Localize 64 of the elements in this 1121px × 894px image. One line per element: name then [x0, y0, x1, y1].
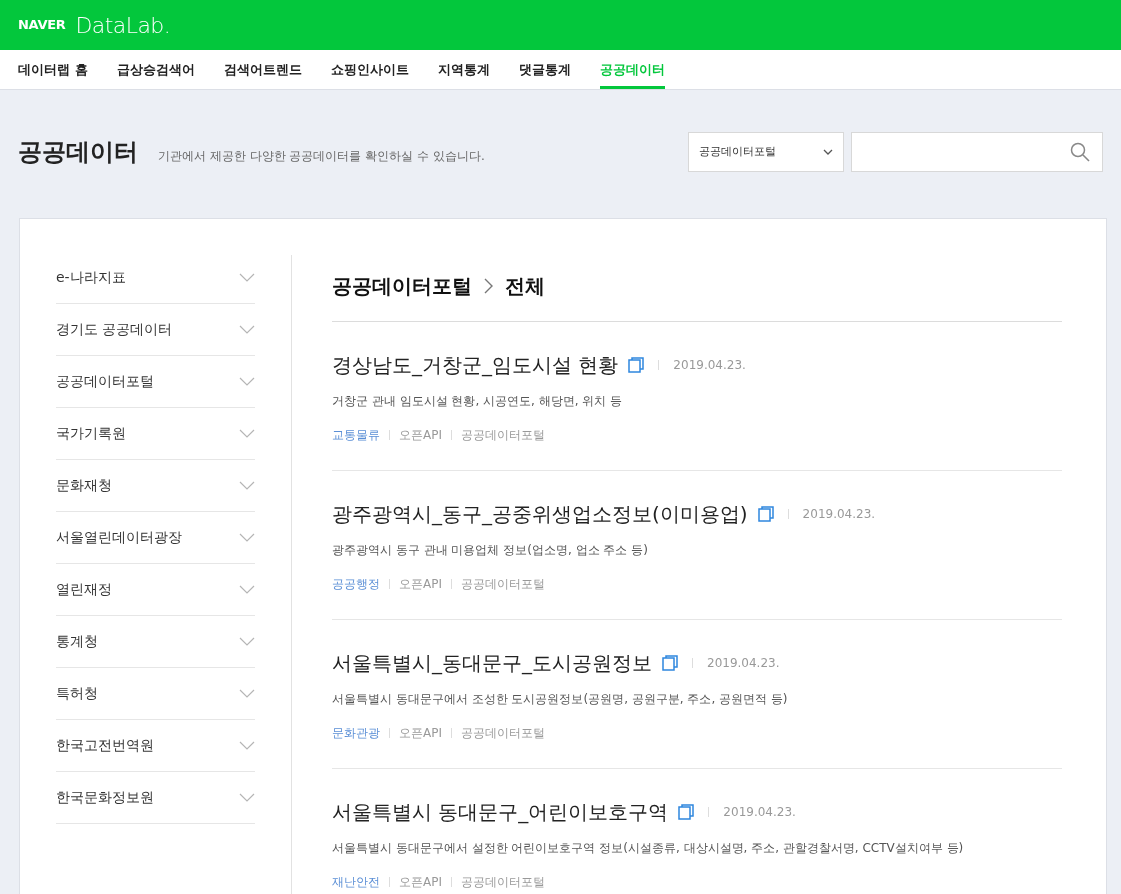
chevron-icon: [823, 149, 833, 155]
sidebar-label: 공공데이터포털: [56, 372, 154, 391]
sidebar-label: 경기도 공공데이터: [56, 320, 173, 339]
copy-icon[interactable]: [628, 357, 645, 373]
sidebar-item[interactable]: 열린재정: [56, 564, 255, 616]
dataset-title[interactable]: 광주광역시_동구_공중위생업소정보(이미용업): [332, 499, 748, 529]
dataset-date: 2019.04.23.: [673, 357, 746, 374]
sidebar-label: 문화재청: [56, 476, 112, 495]
sidebar-label: 국가기록원: [56, 424, 126, 443]
dataset-description: 서울특별시 동대문구에서 설정한 어린이보호구역 정보(시설종류, 대상시설명, 주소, 관할경찰서명, CCTV설치여부 등): [332, 840, 965, 857]
sidebar-label: e-나라지표: [56, 268, 126, 287]
dataset-type: 오픈API: [399, 427, 442, 444]
dataset-type: 오픈API: [399, 725, 442, 742]
category-link[interactable]: 재난안전: [332, 873, 380, 891]
dataset-title[interactable]: 서울특별시 동대문구_어린이보호구역: [332, 797, 669, 827]
category-link[interactable]: 공공행정: [332, 575, 380, 593]
nav-tab[interactable]: 지역통계: [437, 50, 490, 89]
copy-icon[interactable]: [757, 506, 774, 522]
nav-tab[interactable]: 검색어트렌드: [223, 50, 302, 89]
dataset-provider: 공공데이터포털: [461, 427, 545, 444]
sidebar-item[interactable]: 한국고전번역원: [56, 720, 255, 772]
breadcrumb-item: 전체: [505, 272, 545, 300]
sidebar-label: 한국고전번역원: [56, 736, 154, 755]
sidebar-label: 특허청: [56, 684, 98, 703]
dataset-type: 오픈API: [399, 576, 442, 593]
copy-icon[interactable]: [678, 804, 695, 820]
dataset-date: 2019.04.23.: [707, 655, 780, 672]
dataset-provider: 공공데이터포털: [461, 576, 545, 593]
dataset-date: 2019.04.23.: [802, 506, 876, 523]
dataset-description: 광주광역시 동구 관내 미용업체 정보(업소명, 업소 주소 등): [332, 542, 649, 559]
sidebar-item[interactable]: 특허청: [56, 668, 255, 720]
nav-tab[interactable]: 데이터랩 홈: [18, 50, 88, 89]
sidebar-item[interactable]: 문화재청: [56, 460, 255, 512]
dataset-title[interactable]: 서울특별시_동대문구_도시공원정보: [332, 648, 652, 678]
dataset-provider: 공공데이터포털: [461, 874, 545, 891]
dataset-date: 2019.04.23.: [723, 804, 796, 821]
page-subtitle: 기관에서 제공한 다양한 공공데이터를 확인하실 수 있습니다.: [158, 148, 485, 165]
search-icon[interactable]: [1070, 142, 1090, 162]
sidebar-item[interactable]: 서울열린데이터광장: [56, 512, 255, 564]
sidebar-item[interactable]: 경기도 공공데이터: [56, 304, 255, 356]
nav-tab[interactable]: 쇼핑인사이트: [330, 50, 409, 89]
sidebar-label: 열린재정: [56, 580, 112, 599]
chevron-right-icon: [484, 277, 493, 294]
source-select[interactable]: 공공데이터포털: [688, 132, 844, 172]
nav-tab[interactable]: 급상승검색어: [116, 50, 195, 89]
sidebar-label: 통계청: [56, 632, 98, 651]
dataset-provider: 공공데이터포털: [461, 725, 545, 742]
page-title: 공공데이터: [18, 137, 138, 168]
dataset-title[interactable]: 경상남도_거창군_임도시설 현황: [332, 350, 619, 380]
search-field[interactable]: [851, 132, 1103, 172]
breadcrumb-item[interactable]: 공공데이터포털: [332, 270, 472, 301]
sidebar-label: 서울열린데이터광장: [56, 528, 182, 547]
copy-icon[interactable]: [662, 655, 678, 671]
dataset-description: 서울특별시 동대문구에서 조성한 도시공원정보(공원명, 공원구분, 주소, 공원면적 등): [332, 691, 789, 708]
nav-tab[interactable]: 댓글통계: [518, 50, 571, 89]
category-link[interactable]: 문화관광: [332, 724, 380, 742]
sidebar-item[interactable]: 국가기록원: [56, 408, 255, 460]
sidebar-item[interactable]: 한국문화정보원: [56, 772, 255, 824]
sidebar-item[interactable]: 통계청: [56, 616, 255, 668]
dataset-type: 오픈API: [399, 874, 442, 891]
sidebar-label: 한국문화정보원: [56, 788, 154, 807]
dataset-description: 거창군 관내 임도시설 현황, 시공연도, 해당면, 위치 등: [332, 393, 624, 410]
sidebar-item[interactable]: e-나라지표: [56, 252, 255, 304]
sidebar-item[interactable]: 공공데이터포털: [56, 356, 255, 408]
